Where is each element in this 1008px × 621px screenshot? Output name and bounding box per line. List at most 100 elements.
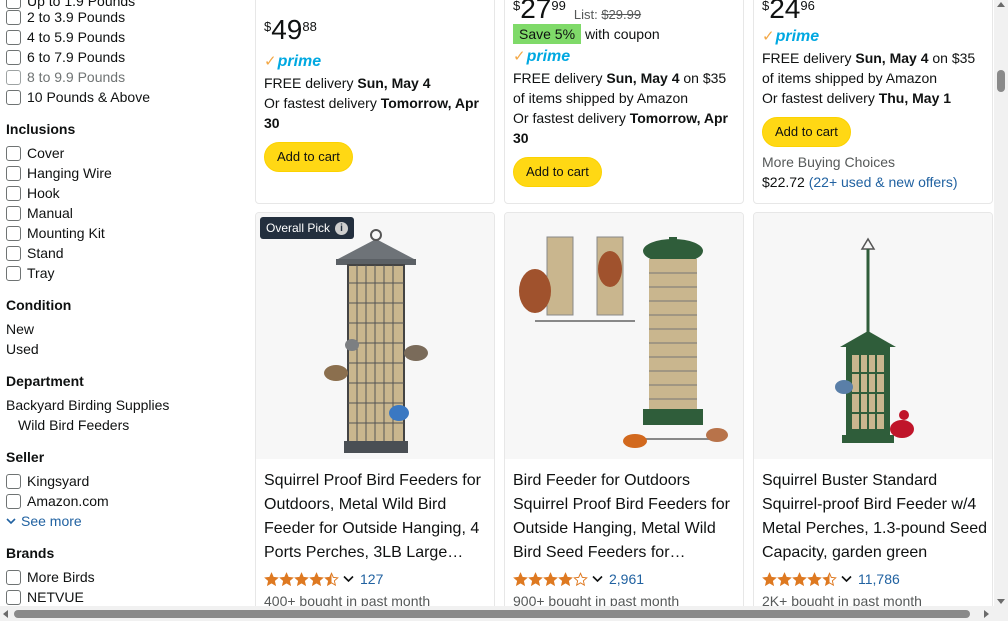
checkbox[interactable] (6, 145, 21, 161)
check-icon: ✓ (762, 28, 775, 45)
department-heading: Department (6, 373, 84, 389)
horizontal-scroll-thumb[interactable] (14, 610, 970, 618)
prime-badge: ✓ prime (264, 53, 322, 70)
star-icon (279, 571, 294, 586)
vertical-scroll-thumb[interactable] (997, 70, 1005, 92)
product-card-top-3: $ 24 96 ✓ prime FREE delivery Sun, May 4 … (753, 0, 993, 204)
checkbox[interactable] (6, 569, 21, 585)
checkbox[interactable] (6, 225, 21, 241)
star-icon (543, 571, 558, 586)
condition-new-link[interactable]: New (6, 319, 34, 339)
product-image[interactable] (505, 213, 743, 459)
product-card-2: Bird Feeder for Outdoors Squirrel Proof … (504, 212, 744, 612)
filter-inclusion-manual[interactable]: Manual (6, 203, 73, 223)
vertical-scrollbar[interactable] (994, 0, 1008, 606)
product-image[interactable] (754, 213, 992, 459)
filter-weight-1[interactable]: 2 to 3.9 Pounds (6, 7, 125, 27)
star-icon (573, 571, 588, 586)
brands-heading: Brands (6, 545, 55, 561)
delivery-info: FREE delivery Sun, May 4 Or fastest deli… (264, 75, 479, 131)
bird-feeder-image (519, 236, 728, 448)
filter-weight-4[interactable]: 8 to 9.9 Pounds (6, 67, 125, 87)
filter-seller-amazon[interactable]: Amazon.com (6, 491, 109, 511)
chevron-down-icon[interactable] (841, 575, 852, 583)
checkbox[interactable] (6, 493, 21, 509)
checkbox[interactable] (6, 89, 21, 105)
checkbox[interactable] (6, 49, 21, 65)
review-count-link[interactable]: 127 (360, 571, 383, 587)
filter-weight-5[interactable]: 10 Pounds & Above (6, 87, 150, 107)
price: $ 24 96 (762, 0, 815, 24)
add-to-cart-button[interactable]: Add to cart (264, 142, 353, 172)
checkbox[interactable] (6, 165, 21, 181)
product-title-link[interactable]: Squirrel Buster Standard Squirrel-proof … (762, 469, 988, 565)
filter-weight-2[interactable]: 4 to 5.9 Pounds (6, 27, 125, 47)
star-icon (777, 571, 792, 586)
scroll-down-arrow-icon[interactable] (997, 599, 1005, 604)
chevron-down-icon[interactable] (343, 575, 354, 583)
checkbox[interactable] (6, 205, 21, 221)
rating-row: 127 (264, 570, 383, 588)
coupon-row: Save 5% with coupon (513, 24, 739, 44)
product-title-link[interactable]: Bird Feeder for Outdoors Squirrel Proof … (513, 469, 739, 565)
overall-pick-badge: Overall Pick i (260, 217, 355, 239)
rating-row: 11,786 (762, 570, 900, 588)
checkbox[interactable] (6, 69, 21, 85)
product-title-link[interactable]: Squirrel Proof Bird Feeders for Outdoors… (264, 469, 490, 565)
check-icon: ✓ (513, 48, 526, 65)
prime-badge: ✓ prime (513, 48, 571, 65)
star-icon (324, 571, 339, 586)
star-icon (792, 571, 807, 586)
filter-inclusion-hanging-wire[interactable]: Hanging Wire (6, 163, 112, 183)
chevron-down-icon (6, 518, 16, 525)
scroll-left-arrow-icon[interactable] (3, 610, 8, 618)
add-to-cart-button[interactable]: Add to cart (762, 117, 851, 147)
info-icon[interactable]: i (335, 221, 349, 235)
star-icon (264, 571, 279, 586)
star-icon (822, 571, 837, 586)
star-rating[interactable] (762, 571, 837, 587)
filter-seller-kingsyard[interactable]: Kingsyard (6, 471, 89, 491)
checkbox[interactable] (6, 9, 21, 25)
checkbox[interactable] (6, 473, 21, 489)
star-rating[interactable] (513, 571, 588, 587)
checkbox[interactable] (6, 29, 21, 45)
check-icon: ✓ (264, 53, 277, 70)
star-rating[interactable] (264, 571, 339, 587)
inclusions-heading: Inclusions (6, 121, 76, 137)
review-count-link[interactable]: 11,786 (858, 571, 900, 587)
checkbox[interactable] (6, 589, 21, 605)
delivery-info: FREE delivery Sun, May 4 on $35 of items… (513, 70, 728, 146)
filter-inclusion-mounting-kit[interactable]: Mounting Kit (6, 223, 105, 243)
add-to-cart-button[interactable]: Add to cart (513, 157, 602, 187)
checkbox[interactable] (6, 245, 21, 261)
department-backyard-birding-link[interactable]: Backyard Birding Supplies (6, 395, 169, 415)
review-count-link[interactable]: 2,961 (609, 571, 644, 587)
department-wild-bird-feeders-link[interactable]: Wild Bird Feeders (18, 415, 129, 435)
checkbox[interactable] (6, 185, 21, 201)
bird-feeder-image (835, 237, 914, 443)
filter-inclusion-tray[interactable]: Tray (6, 263, 54, 283)
scroll-right-arrow-icon[interactable] (984, 610, 989, 618)
filter-brand-more-birds[interactable]: More Birds (6, 567, 95, 587)
list-price: List: $29.99 (573, 7, 642, 22)
star-icon (558, 571, 573, 586)
horizontal-scrollbar[interactable] (0, 606, 1008, 621)
product-card-3: Squirrel Buster Standard Squirrel-proof … (753, 212, 993, 612)
star-icon (309, 571, 324, 586)
filter-inclusion-stand[interactable]: Stand (6, 243, 64, 263)
offers-link[interactable]: (22+ used & new offers) (809, 174, 958, 190)
rating-row: 2,961 (513, 570, 644, 588)
filter-inclusion-hook[interactable]: Hook (6, 183, 60, 203)
seller-see-more-link[interactable]: See more (6, 511, 82, 531)
filter-inclusion-cover[interactable]: Cover (6, 143, 64, 163)
condition-used-link[interactable]: Used (6, 339, 39, 359)
product-image[interactable]: Overall Pick i (256, 213, 494, 459)
price: $ 27 99 List: $29.99 (513, 0, 642, 24)
checkbox[interactable] (6, 265, 21, 281)
scroll-up-arrow-icon[interactable] (997, 2, 1005, 7)
chevron-down-icon[interactable] (592, 575, 603, 583)
filter-brand-netvue[interactable]: NETVUE (6, 587, 84, 606)
filter-weight-3[interactable]: 6 to 7.9 Pounds (6, 47, 125, 67)
star-icon (807, 571, 822, 586)
